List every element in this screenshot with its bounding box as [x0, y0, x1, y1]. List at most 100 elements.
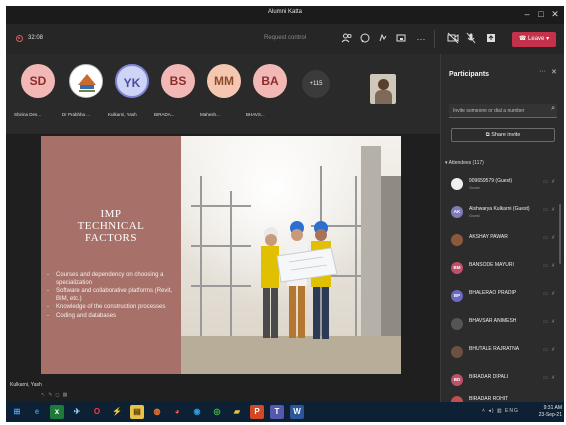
participants-icon[interactable]: [340, 32, 354, 46]
search-icon[interactable]: ⌕: [551, 105, 555, 113]
attendee-status-icons: ▭ ✗: [543, 375, 557, 381]
video-person-body: [375, 90, 392, 104]
attendee-row[interactable]: BHUTALE RAJRATNA ▭ ✗: [447, 342, 563, 366]
participant-name: Kulkarni, Yash: [108, 112, 137, 117]
panel-scrollbar[interactable]: [559, 204, 561, 264]
slide-text-panel: IMP TECHNICAL FACTORS Courses and depend…: [41, 136, 181, 374]
clock-time: 9:31 AM: [543, 405, 562, 411]
network-icon[interactable]: ▥: [497, 408, 503, 414]
construction-workers-photo: [181, 136, 401, 374]
attendee-status-icons: ▭ ✗: [543, 263, 557, 269]
edge-icon[interactable]: e: [30, 405, 44, 419]
avatar: [69, 64, 103, 98]
toolbar-divider: [434, 30, 435, 48]
participant-tile[interactable]: BA BHAVS...: [246, 58, 292, 128]
slide-title: IMP TECHNICAL FACTORS: [41, 208, 181, 244]
media-icon[interactable]: ✈: [70, 405, 84, 419]
reactions-icon[interactable]: [376, 32, 390, 46]
taskbar-clock[interactable]: 9:31 AM 23-Sep-21: [536, 405, 562, 419]
participant-tile[interactable]: Dr Prabhha ...: [62, 58, 108, 128]
attendee-status-icons: ▭ ✗: [543, 235, 557, 241]
share-invite-button[interactable]: ⧉ Share invite: [451, 128, 555, 142]
avatar: BS: [161, 64, 195, 98]
attendee-status-icons: ▭ ✗: [543, 291, 557, 297]
avatar: YK: [115, 64, 149, 98]
winamp-icon[interactable]: ⚡: [110, 405, 124, 419]
teams-icon[interactable]: T: [270, 405, 284, 419]
participant-tile[interactable]: MM Mahesh...: [200, 58, 246, 128]
language-icon[interactable]: ENG: [505, 408, 519, 414]
eraser-icon[interactable]: ◻: [55, 392, 62, 398]
firefox-icon[interactable]: ◍: [150, 405, 164, 419]
grid-icon[interactable]: ▦: [63, 392, 71, 398]
attendee-row[interactable]: BIRADAR ROHIT: [447, 392, 563, 402]
folder-icon[interactable]: ▰: [230, 405, 244, 419]
minimize-icon[interactable]: –: [520, 8, 534, 20]
maximize-icon[interactable]: □: [534, 8, 548, 20]
attendee-role: Guest: [469, 185, 480, 190]
system-tray[interactable]: ˄ ◂) ▥ ENG: [482, 408, 519, 414]
excel-icon[interactable]: x: [50, 405, 64, 419]
chevron-up-icon[interactable]: ˄: [482, 408, 486, 414]
invite-search-box: ⌕: [449, 104, 557, 118]
attendee-name: BHALERAO PRADIP: [469, 290, 517, 296]
institution-logo-icon: [72, 67, 102, 97]
shared-content-stage: IMP TECHNICAL FACTORS Courses and depend…: [6, 134, 440, 402]
mic-off-icon[interactable]: [464, 32, 478, 46]
powerpoint-icon[interactable]: P: [250, 405, 264, 419]
avatar: [451, 318, 463, 330]
annotation-toolbar[interactable]: ↖✎◻▦: [41, 392, 70, 398]
attendee-row[interactable]: 909659579 (Guest) Guest ▭ ✗: [447, 174, 563, 198]
file-explorer-icon[interactable]: ▤: [130, 405, 144, 419]
attendee-name: BHAVSAR ANIMESH: [469, 318, 517, 324]
attendees-header[interactable]: ▾ Attendees (117): [445, 160, 484, 166]
participant-tile[interactable]: BS BIRADA...: [154, 58, 200, 128]
leave-label: Leave: [528, 36, 545, 42]
presenter-name: Kulkarni, Yash: [10, 382, 42, 388]
invite-input[interactable]: [453, 105, 539, 117]
volume-icon[interactable]: ◂): [488, 408, 494, 414]
participant-name: BHAVS...: [246, 112, 265, 117]
avatar: [451, 346, 463, 358]
breakout-rooms-icon[interactable]: [394, 32, 408, 46]
attendee-row[interactable]: BHAVSAR ANIMESH ▭ ✗: [447, 314, 563, 338]
chrome-icon[interactable]: ◎: [210, 405, 224, 419]
attendee-row[interactable]: BD BIRADAR DIPALI ▭ ✗: [447, 370, 563, 394]
edge-chromium-icon[interactable]: ◉: [190, 405, 204, 419]
slide-bullet-list: Courses and dependency on choosing a spe…: [47, 272, 175, 322]
avatar: BP: [451, 290, 463, 302]
close-icon[interactable]: ✕: [548, 8, 562, 20]
request-control-button[interactable]: Request control: [264, 35, 306, 41]
slide-bullet: Knowledge of the construction processes: [47, 304, 175, 312]
participant-video-tile[interactable]: [370, 74, 396, 104]
teams-window: Alumni Katta – □ ✕ 32:08 Request control…: [6, 6, 564, 402]
more-participants-button[interactable]: +115: [302, 70, 330, 98]
attendee-row[interactable]: BM BANSODE MAYURI ▭ ✗: [447, 258, 563, 282]
leave-button[interactable]: ☎ Leave ▾: [512, 32, 556, 47]
windows-start-icon[interactable]: ⊞: [10, 405, 24, 419]
attendee-role: Guest: [469, 213, 480, 218]
avatar: MM: [207, 64, 241, 98]
avatar: AK: [451, 206, 463, 218]
avatar: [451, 234, 463, 246]
chat-icon[interactable]: [358, 32, 372, 46]
attendee-row[interactable]: BP BHALERAO PRADIP ▭ ✗: [447, 286, 563, 310]
word-icon[interactable]: W: [290, 405, 304, 419]
recording-icon: [16, 35, 23, 42]
close-icon[interactable]: ✕: [551, 68, 557, 76]
panel-title: Participants: [449, 71, 490, 78]
browser-icon[interactable]: ◕: [170, 405, 184, 419]
camera-off-icon[interactable]: [446, 32, 460, 46]
attendee-row[interactable]: AK Aishwarya Kulkarni (Guest) Guest ▭ ✗: [447, 202, 563, 226]
more-options-icon[interactable]: ···: [414, 32, 428, 46]
opera-icon[interactable]: O: [90, 405, 104, 419]
slide-bullet: Courses and dependency on choosing a spe…: [47, 272, 175, 287]
more-options-icon[interactable]: ···: [539, 68, 546, 75]
participant-tile[interactable]: SD Shirina Des...: [14, 58, 60, 128]
participant-tile[interactable]: YK Kulkarni, Yash: [108, 58, 154, 128]
attendee-name: BHUTALE RAJRATNA: [469, 346, 520, 352]
attendee-row[interactable]: AKSHAY PAWAR ▭ ✗: [447, 230, 563, 254]
avatar: BM: [451, 262, 463, 274]
share-tray-icon[interactable]: [484, 32, 498, 46]
chevron-down-icon: ▾: [544, 36, 550, 42]
